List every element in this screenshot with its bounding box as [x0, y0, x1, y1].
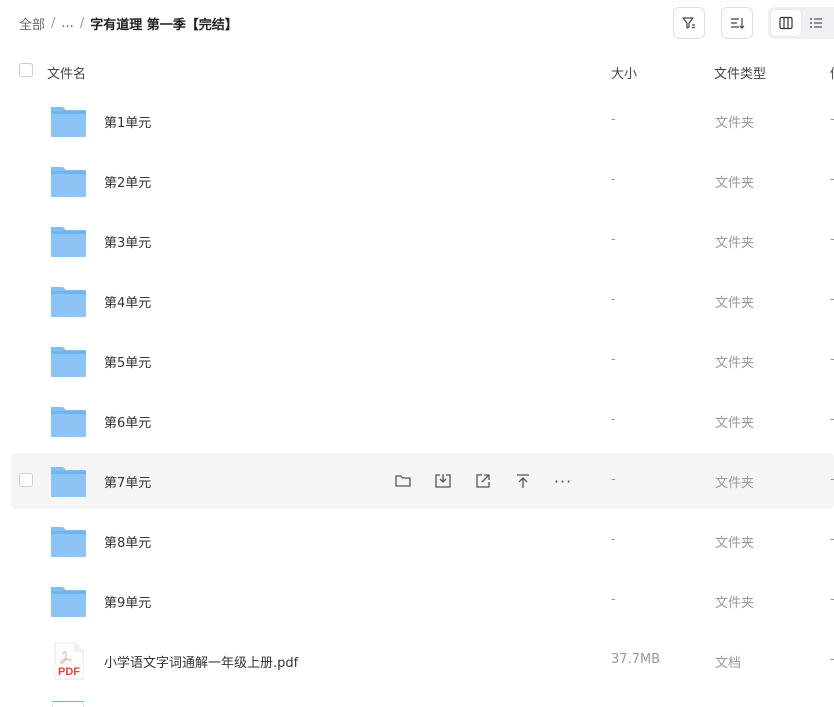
file-type: 文件夹 [715, 296, 755, 311]
folder-icon [49, 162, 87, 200]
folder-icon [49, 462, 87, 500]
table-row[interactable]: 第3单元 - 文件夹 - [11, 213, 834, 269]
breadcrumb-separator: / [79, 15, 85, 31]
file-size: - [611, 292, 616, 307]
column-type[interactable]: 文件类型 [714, 63, 766, 82]
sort-icon [731, 18, 745, 29]
column-name[interactable]: 文件名 [47, 63, 86, 82]
select-all-checkbox[interactable] [19, 63, 33, 77]
file-modified: - [830, 172, 834, 187]
file-size: - [611, 472, 616, 487]
file-type: 文件夹 [715, 596, 755, 611]
file-name[interactable]: 第6单元 [104, 412, 151, 431]
list-view-button[interactable] [801, 10, 831, 36]
filter-button[interactable] [673, 7, 705, 39]
breadcrumb-separator: / [51, 15, 56, 31]
breadcrumb: 全部 / ... / 字有道理 第一季【完结】 [19, 13, 238, 33]
file-name[interactable]: 小学语文字词通解一年级上册.pdf [104, 652, 298, 671]
file-name[interactable]: 第9单元 [104, 592, 151, 611]
file-name[interactable]: 第7单元 [104, 472, 151, 491]
pdf-badge-label: PDF [58, 666, 80, 678]
column-modified[interactable]: 修 [830, 63, 834, 82]
file-size: - [611, 352, 616, 367]
row-checkbox[interactable] [19, 473, 33, 487]
file-modified: - [830, 232, 834, 247]
file-type: 文档 [715, 656, 742, 671]
table-row[interactable]: 第9单元 - 文件夹 - [11, 573, 834, 629]
file-type: 文件夹 [715, 116, 755, 131]
folder-icon [49, 342, 87, 380]
folder-icon [49, 102, 87, 140]
grid-view-button[interactable] [771, 10, 801, 36]
pdf-file-icon [52, 701, 84, 707]
file-modified: - [830, 352, 834, 367]
file-modified: - [830, 472, 834, 487]
file-modified: - [830, 592, 834, 607]
download-icon [435, 474, 451, 488]
folder-icon [49, 222, 87, 260]
file-size: - [611, 412, 616, 427]
breadcrumb-root[interactable]: 全部 [19, 14, 45, 33]
table-row[interactable]: 第7单元 ··· - 文件夹 - [11, 453, 834, 509]
sort-button[interactable] [721, 7, 753, 39]
breadcrumb-ellipsis[interactable]: ... [61, 16, 73, 31]
file-type: 文件夹 [715, 536, 755, 551]
file-modified: - [830, 652, 834, 667]
file-size: - [611, 592, 616, 607]
table-row[interactable]: 第6单元 - 文件夹 - [11, 393, 834, 449]
folder-icon [49, 522, 87, 560]
file-name[interactable]: 第2单元 [104, 172, 151, 191]
table-row[interactable]: PDF 小学语文字词通解一年级上册.pdf 37.7MB 文档 - [11, 633, 834, 689]
file-modified: - [830, 112, 834, 127]
file-size: - [611, 532, 616, 547]
share-button[interactable] [471, 469, 495, 493]
open-folder-button[interactable] [391, 469, 415, 493]
folder-icon [49, 402, 87, 440]
file-name[interactable]: 第1单元 [104, 112, 151, 131]
table-row[interactable]: 第8单元 - 文件夹 - [11, 513, 834, 569]
folder-icon [49, 582, 87, 620]
list-view-icon [810, 18, 822, 28]
table-row[interactable]: 第4单元 - 文件夹 - [11, 273, 834, 329]
file-name[interactable]: 第4单元 [104, 292, 151, 311]
filter-icon [682, 17, 695, 29]
table-header: 文件名 大小 文件类型 修 [0, 56, 834, 86]
table-row[interactable]: 第5单元 - 文件夹 - [11, 333, 834, 389]
file-type: 文件夹 [715, 176, 755, 191]
open-folder-icon [395, 475, 411, 487]
file-modified: - [830, 412, 834, 427]
file-modified: - [830, 532, 834, 547]
share-icon [476, 474, 490, 488]
file-type: 文件夹 [715, 236, 755, 251]
table-row[interactable]: 第1单元 - 文件夹 - [11, 93, 834, 149]
table-row[interactable]: 第2单元 - 文件夹 - [11, 153, 834, 209]
file-type: 文件夹 [715, 356, 755, 371]
file-type: 文件夹 [715, 416, 755, 431]
breadcrumb-current: 字有道理 第一季【完结】 [90, 17, 238, 33]
folder-icon [49, 282, 87, 320]
view-toggle [768, 7, 834, 39]
more-icon: ··· [553, 471, 573, 491]
more-button[interactable]: ··· [551, 469, 575, 493]
file-name[interactable]: 第8单元 [104, 532, 151, 551]
move-to-top-icon [517, 474, 529, 488]
file-modified: - [830, 292, 834, 307]
row-actions: ··· [391, 469, 591, 493]
column-size[interactable]: 大小 [611, 63, 637, 82]
file-size: - [611, 232, 616, 247]
grid-view-icon [779, 16, 793, 30]
file-type: 文件夹 [715, 476, 755, 491]
file-size: 37.7MB [611, 652, 661, 667]
file-size: - [611, 172, 616, 187]
pdf-file-icon: PDF [49, 642, 87, 680]
download-button[interactable] [431, 469, 455, 493]
file-name[interactable]: 第5单元 [104, 352, 151, 371]
move-to-top-button[interactable] [511, 469, 535, 493]
file-size: - [611, 112, 616, 127]
file-name[interactable]: 第3单元 [104, 232, 151, 251]
